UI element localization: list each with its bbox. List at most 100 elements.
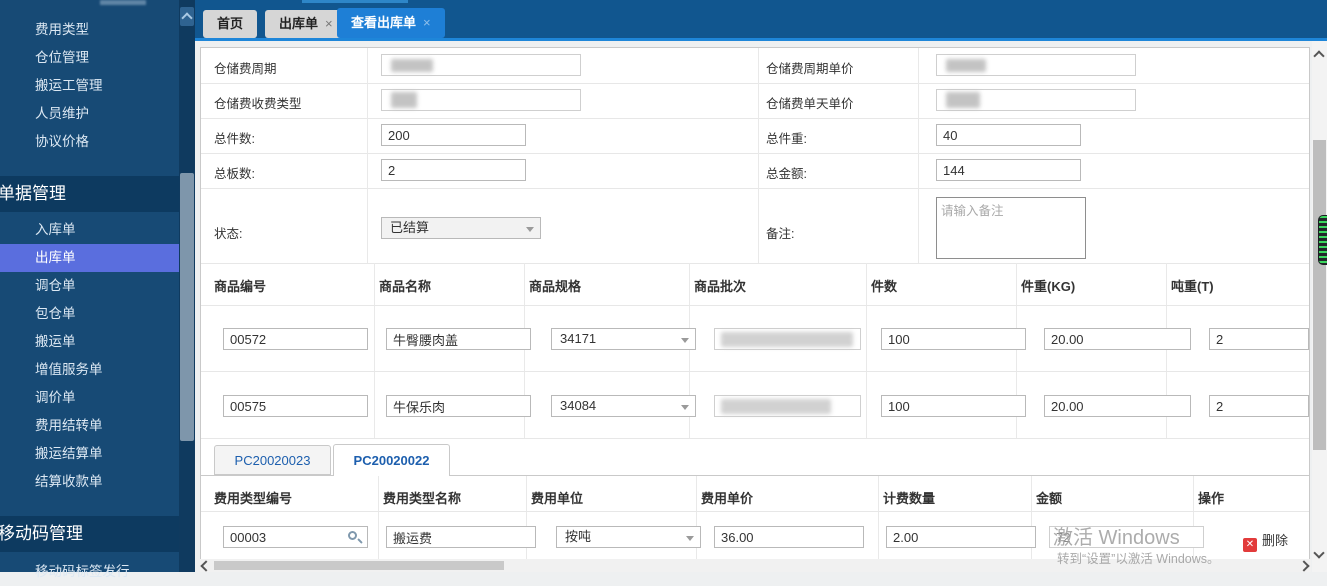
fee-qty-input[interactable] bbox=[886, 526, 1036, 548]
col-weight-kg: 件重(KG) bbox=[1021, 279, 1076, 294]
col-tons: 吨重(T) bbox=[1171, 279, 1214, 294]
fee-unit-select[interactable]: 按吨 bbox=[556, 526, 701, 548]
clipped-menu-item bbox=[100, 0, 146, 5]
product-name-input[interactable] bbox=[386, 395, 531, 417]
storage-daily-price-label: 仓储费单天单价 bbox=[766, 97, 854, 111]
divider bbox=[201, 438, 1309, 439]
sidebar-item-value-added-order[interactable]: 增值服务单 bbox=[0, 356, 181, 384]
edge-widget bbox=[1318, 215, 1327, 265]
batch-tab-pc20020022[interactable]: PC20020022 bbox=[333, 444, 450, 476]
col-product-name: 商品名称 bbox=[379, 279, 432, 294]
col-product-code: 商品编号 bbox=[214, 279, 267, 294]
col-product-batch: 商品批次 bbox=[694, 279, 747, 294]
sidebar-item-agreement-price[interactable]: 协议价格 bbox=[0, 128, 181, 156]
search-icon[interactable] bbox=[348, 531, 357, 540]
weight-input[interactable] bbox=[1044, 328, 1191, 350]
sidebar-item-transfer-order[interactable]: 调仓单 bbox=[0, 272, 181, 300]
total-weight-input[interactable] bbox=[936, 124, 1081, 146]
divider bbox=[367, 48, 368, 263]
windows-activation-watermark: 激活 Windows bbox=[1053, 527, 1180, 549]
total-amount-input[interactable] bbox=[936, 159, 1081, 181]
delete-button[interactable]: ✕ 删除 bbox=[1243, 530, 1288, 552]
product-spec-select[interactable]: 34084 bbox=[551, 395, 696, 417]
fee-type-name-input[interactable] bbox=[386, 526, 536, 548]
storage-cycle-label: 仓储费周期 bbox=[214, 62, 277, 76]
fee-unit-value: 按吨 bbox=[565, 529, 592, 544]
total-boards-label: 总板数: bbox=[214, 167, 255, 181]
col-fee-type-name: 费用类型名称 bbox=[383, 491, 462, 506]
tab-bar: 首页 出库单 × 查看出库单 × bbox=[195, 0, 1327, 41]
redacted-value bbox=[946, 92, 980, 108]
redacted-value bbox=[721, 399, 831, 414]
total-boards-input[interactable] bbox=[381, 159, 526, 181]
divider bbox=[201, 263, 1309, 264]
sidebar-item-inbound-order[interactable]: 入库单 bbox=[0, 216, 181, 244]
total-weight-label: 总件重: bbox=[766, 132, 807, 146]
redacted-value bbox=[391, 92, 417, 108]
sidebar-scrollbar-thumb[interactable] bbox=[180, 173, 194, 441]
sidebar-item-settlement-receipt-order[interactable]: 结算收款单 bbox=[0, 468, 181, 496]
sidebar-section-mobile-code[interactable]: 移动码管理 bbox=[0, 516, 181, 552]
chevron-down-icon bbox=[686, 536, 694, 541]
product-spec-value: 34171 bbox=[560, 331, 597, 346]
sidebar: 费用类型 仓位管理 搬运工管理 人员维护 协议价格 单据管理 入库单 出库单 调… bbox=[0, 0, 195, 579]
divider bbox=[878, 476, 879, 560]
storage-cycle-price-label: 仓储费周期单价 bbox=[766, 62, 854, 76]
total-pieces-input[interactable] bbox=[381, 124, 526, 146]
product-code-input[interactable] bbox=[223, 328, 368, 350]
chevron-down-icon bbox=[681, 405, 689, 410]
fee-type-code-input[interactable] bbox=[223, 526, 368, 548]
close-icon[interactable]: × bbox=[423, 15, 431, 30]
windows-activation-watermark-sub: 转到“设置”以激活 Windows。 bbox=[1057, 552, 1220, 566]
divider bbox=[374, 263, 375, 438]
divider bbox=[866, 263, 867, 438]
divider bbox=[201, 511, 1309, 512]
divider bbox=[201, 305, 1309, 306]
sidebar-scrollbar-up-icon[interactable] bbox=[180, 7, 194, 26]
tab-view-outbound-label: 查看出库单 bbox=[351, 15, 417, 30]
sidebar-item-handling-order[interactable]: 搬运单 bbox=[0, 328, 181, 356]
sidebar-item-outbound-order[interactable]: 出库单 bbox=[0, 244, 181, 272]
close-icon[interactable]: × bbox=[325, 16, 333, 31]
sidebar-section-doc-mgmt[interactable]: 单据管理 bbox=[0, 176, 181, 212]
chevron-down-icon bbox=[526, 227, 534, 232]
sidebar-item-personnel[interactable]: 人员维护 bbox=[0, 100, 181, 128]
divider bbox=[201, 371, 1309, 372]
tab-outbound-label: 出库单 bbox=[279, 16, 319, 31]
divider bbox=[378, 476, 379, 560]
col-fee-price: 费用单价 bbox=[701, 491, 754, 506]
pieces-input[interactable] bbox=[881, 395, 1026, 417]
product-code-input[interactable] bbox=[223, 395, 368, 417]
vertical-scrollbar-thumb[interactable] bbox=[1313, 140, 1326, 450]
sidebar-item-handling-settlement-order[interactable]: 搬运结算单 bbox=[0, 440, 181, 468]
tons-input[interactable] bbox=[1209, 328, 1309, 350]
sidebar-item-mobile-code-label-issue[interactable]: 移动码标签发行 bbox=[0, 558, 181, 586]
sidebar-item-package-order[interactable]: 包仓单 bbox=[0, 300, 181, 328]
weight-input[interactable] bbox=[1044, 395, 1191, 417]
tab-home-label: 首页 bbox=[217, 16, 244, 31]
detail-panel: 仓储费周期 仓储费周期单价 仓储费收费类型 仓储费单天单价 总件数: 总件重: … bbox=[200, 47, 1310, 560]
fee-price-input[interactable] bbox=[714, 526, 864, 548]
col-product-spec: 商品规格 bbox=[529, 279, 582, 294]
divider bbox=[918, 48, 919, 263]
sidebar-item-porter-mgmt[interactable]: 搬运工管理 bbox=[0, 72, 181, 100]
sidebar-item-warehouse-slot[interactable]: 仓位管理 bbox=[0, 44, 181, 72]
topbar-glint bbox=[302, 0, 408, 3]
remark-label: 备注: bbox=[766, 227, 795, 241]
sidebar-item-fee-type[interactable]: 费用类型 bbox=[0, 16, 181, 44]
remark-textarea[interactable] bbox=[936, 197, 1086, 259]
redacted-value bbox=[721, 332, 853, 347]
delete-icon: ✕ bbox=[1243, 538, 1257, 552]
tab-outbound-order[interactable]: 出库单 × bbox=[265, 10, 347, 38]
tab-home[interactable]: 首页 bbox=[203, 10, 258, 38]
tons-input[interactable] bbox=[1209, 395, 1309, 417]
status-select[interactable]: 已结算 bbox=[381, 217, 541, 239]
sidebar-item-fee-carryover-order[interactable]: 费用结转单 bbox=[0, 412, 181, 440]
batch-tab-pc20020023[interactable]: PC20020023 bbox=[214, 445, 331, 475]
tab-view-outbound-order[interactable]: 查看出库单 × bbox=[337, 8, 445, 38]
sidebar-item-price-adjust-order[interactable]: 调价单 bbox=[0, 384, 181, 412]
horizontal-scrollbar-thumb[interactable] bbox=[214, 561, 504, 570]
product-name-input[interactable] bbox=[386, 328, 531, 350]
product-spec-select[interactable]: 34171 bbox=[551, 328, 696, 350]
pieces-input[interactable] bbox=[881, 328, 1026, 350]
